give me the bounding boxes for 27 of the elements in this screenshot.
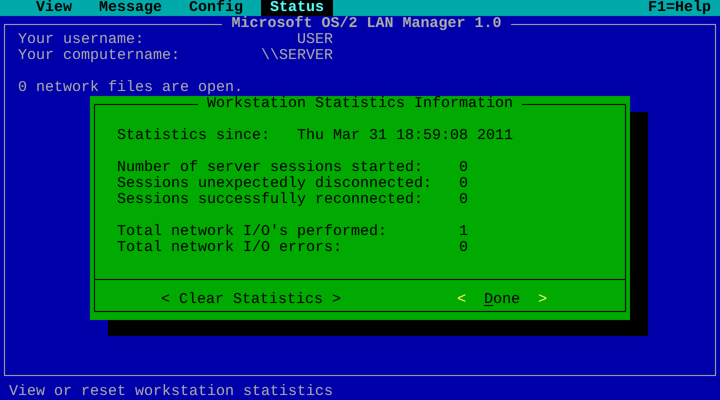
stat-value: 0 [459,160,468,176]
stat-value: 0 [459,176,468,192]
help-hint: F1=Help [648,0,711,16]
window-title: Microsoft OS/2 LAN Manager 1.0 [230,16,503,32]
stat-value: 1 [459,224,468,240]
dialog-button[interactable]: < Done > [457,288,548,311]
stat-label: Statistics since: [117,128,272,144]
stat-label: Total network I/O's performed: [117,224,388,240]
menu-item[interactable]: Config [180,0,252,16]
field-value: \\SERVER [260,48,333,64]
menu-item[interactable]: View [27,0,82,16]
dialog-button[interactable]: < Clear Statistics > [161,288,342,311]
dialog-title: Workstation Statistics Information [206,96,514,112]
stat-value: Thu Mar 31 18:59:08 2011 [297,128,514,144]
field-label: Your computername: [18,48,180,64]
stat-value: 0 [459,192,468,208]
open-files-message: 0 network files are open. [18,80,244,96]
menu-item[interactable]: Status [261,0,334,16]
stat-value: 0 [459,240,468,256]
stat-label: Sessions unexpectedly disconnected: [117,176,434,192]
stat-label: Sessions successfully reconnected: [117,192,424,208]
menu-item[interactable]: Message [90,0,172,16]
field-value: USER [296,32,333,48]
stat-label: Number of server sessions started: [117,160,424,176]
field-label: Your username: [18,32,144,48]
stat-label: Total network I/O errors: [117,240,344,256]
status-line: View or reset workstation statistics [9,384,334,400]
